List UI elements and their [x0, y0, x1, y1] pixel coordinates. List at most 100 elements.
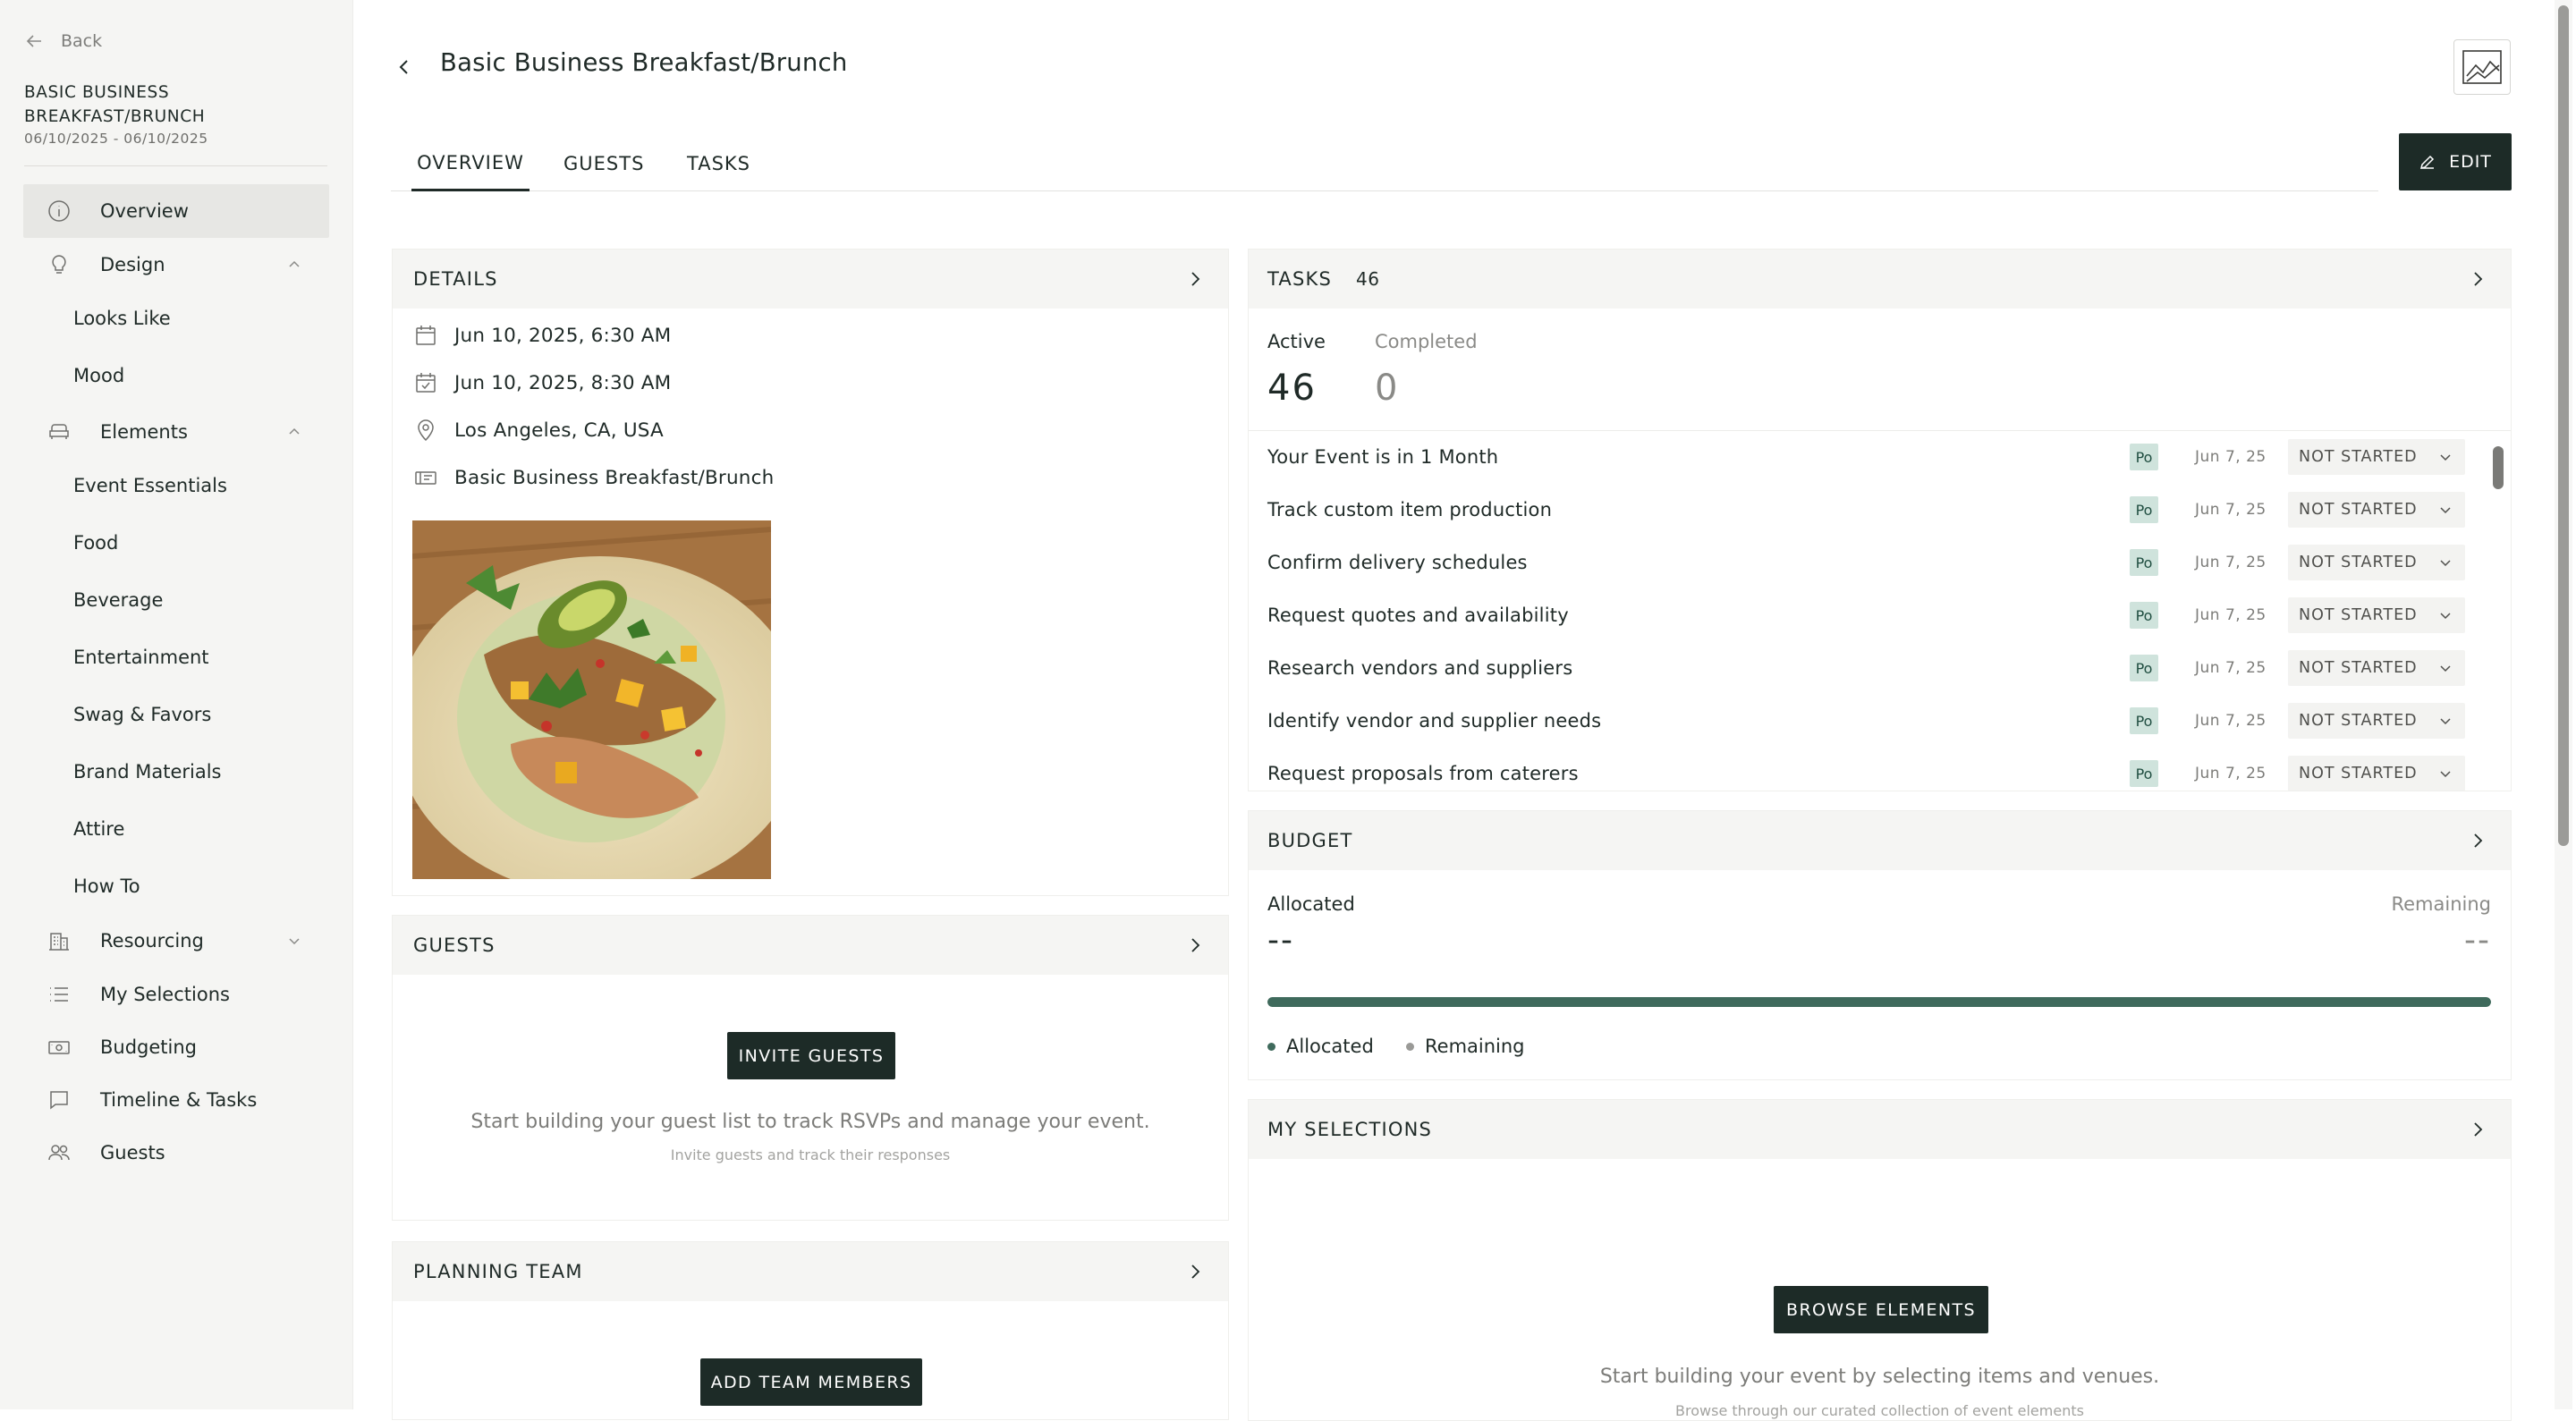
sidebar-subitem-swag-favors[interactable]: Swag & Favors — [73, 697, 211, 732]
sidebar-subitem-attire[interactable]: Attire — [73, 811, 124, 847]
chart-button[interactable] — [2453, 39, 2511, 95]
task-name[interactable]: Request quotes and availability — [1267, 605, 1569, 626]
guests-empty-subtext: Invite guests and track their responses — [670, 1146, 951, 1163]
sidebar-item-timeline-tasks[interactable]: Timeline & Tasks — [23, 1073, 329, 1127]
chevron-down-icon[interactable] — [286, 933, 302, 949]
assignee-badge: Po — [2130, 496, 2158, 523]
budget-progress-fill — [1267, 997, 2491, 1007]
page-back-button[interactable] — [389, 52, 419, 82]
task-name[interactable]: Research vendors and suppliers — [1267, 657, 1572, 679]
active-count: 46 — [1267, 368, 1317, 409]
task-row[interactable]: Research vendors and suppliers Po Jun 7, 2… — [1249, 642, 2484, 694]
event-dates: 06/10/2025 - 06/10/2025 — [24, 131, 208, 147]
page-scroll-thumb[interactable] — [2558, 5, 2569, 846]
back-link[interactable]: Back — [23, 30, 102, 52]
task-name[interactable]: Track custom item production — [1267, 499, 1552, 520]
chevron-right-icon — [1191, 272, 1200, 286]
tasks-title: TASKS — [1267, 268, 1332, 290]
tasks-header[interactable]: TASKS 46 — [1249, 250, 2511, 309]
chevron-up-icon[interactable] — [286, 257, 302, 273]
sidebar-item-overview[interactable]: Overview — [23, 184, 329, 238]
chevron-right-icon — [2474, 833, 2483, 848]
sidebar-item-label: Overview — [100, 200, 189, 222]
completed-tab[interactable]: Completed — [1375, 331, 1478, 352]
task-status-dropdown[interactable]: NOT STARTED — [2288, 756, 2465, 791]
task-status-dropdown[interactable]: NOT STARTED — [2288, 492, 2465, 528]
tasks-card: TASKS 46 Active Completed 46 0 Your Even… — [1248, 249, 2512, 791]
task-due-date: Jun 7, 25 — [2195, 554, 2267, 571]
info-icon — [46, 198, 72, 224]
sidebar-item-budgeting[interactable]: Budgeting — [23, 1020, 329, 1074]
task-due-date: Jun 7, 25 — [2195, 712, 2267, 730]
location: Los Angeles, CA, USA — [454, 419, 664, 442]
task-status-dropdown[interactable]: NOT STARTED — [2288, 597, 2465, 633]
chevron-up-icon[interactable] — [286, 424, 302, 440]
sidebar-subitem-brand-materials[interactable]: Brand Materials — [73, 754, 221, 790]
my-selections-header[interactable]: MY SELECTIONS — [1249, 1100, 2511, 1159]
chevron-down-icon — [2440, 560, 2451, 567]
sidebar-item-design[interactable]: Design — [23, 238, 329, 292]
task-list-scroll-thumb[interactable] — [2493, 446, 2504, 489]
budget-header[interactable]: BUDGET — [1249, 811, 2511, 870]
add-team-members-button[interactable]: ADD TEAM MEMBERS — [700, 1358, 922, 1406]
remaining-label: Remaining — [2391, 893, 2491, 915]
task-row[interactable]: Request proposals from caterers Po Jun 7, … — [1249, 748, 2484, 791]
planning-team-header[interactable]: PLANNING TEAM — [393, 1242, 1228, 1301]
task-name[interactable]: Confirm delivery schedules — [1267, 552, 1528, 573]
task-row[interactable]: Your Event is in 1 Month Po Jun 7, 25 NOT S… — [1249, 431, 2484, 483]
sidebar-subitem-looks-like[interactable]: Looks Like — [73, 300, 171, 336]
sidebar-subitem-mood[interactable]: Mood — [73, 358, 124, 393]
task-row[interactable]: Request quotes and availability Po Jun 7, … — [1249, 589, 2484, 641]
details-title: DETAILS — [413, 268, 498, 290]
tab-bar: OVERVIEW GUESTS TASKS — [391, 136, 2378, 191]
task-row[interactable]: Identify vendor and supplier needs Po Jun … — [1249, 695, 2484, 747]
task-name[interactable]: Your Event is in 1 Month — [1267, 446, 1498, 468]
task-due-date: Jun 7, 25 — [2195, 659, 2267, 677]
sidebar-subitem-event-essentials[interactable]: Event Essentials — [73, 468, 227, 503]
sidebar-item-guests[interactable]: Guests — [23, 1126, 329, 1180]
sidebar-item-label: Resourcing — [100, 930, 204, 952]
guests-header[interactable]: GUESTS — [393, 916, 1228, 975]
sidebar-subitem-how-to[interactable]: How To — [73, 868, 140, 904]
task-status-dropdown[interactable]: NOT STARTED — [2288, 703, 2465, 739]
sidebar-subitem-beverage[interactable]: Beverage — [73, 582, 163, 618]
task-status-dropdown[interactable]: NOT STARTED — [2288, 545, 2465, 580]
calendar-check-icon — [416, 373, 436, 393]
page-title: Basic Business Breakfast/Brunch — [440, 48, 848, 77]
invite-guests-button[interactable]: INVITE GUESTS — [727, 1032, 895, 1079]
task-name[interactable]: Identify vendor and supplier needs — [1267, 710, 1601, 732]
legend-allocated: Allocated — [1267, 1036, 1374, 1057]
event-title: BASIC BUSINESS BREAKFAST/BRUNCH — [24, 83, 206, 126]
tab-tasks[interactable]: TASKS — [687, 136, 750, 191]
sidebar-subitem-food[interactable]: Food — [73, 525, 118, 561]
sidebar-subitem-entertainment[interactable]: Entertainment — [73, 639, 209, 675]
chat-icon — [46, 1087, 72, 1113]
browse-elements-button[interactable]: BROWSE ELEMENTS — [1774, 1286, 1988, 1333]
page-scrollbar[interactable] — [2555, 0, 2572, 1409]
tab-overview[interactable]: OVERVIEW — [411, 136, 530, 191]
task-due-date: Jun 7, 25 — [2195, 448, 2267, 466]
task-row[interactable]: Confirm delivery schedules Po Jun 7, 25 NOT… — [1249, 537, 2484, 588]
task-name[interactable]: Request proposals from caterers — [1267, 763, 1579, 784]
tab-guests[interactable]: GUESTS — [564, 136, 644, 191]
budget-card: BUDGET Allocated Remaining -- -- Allocat… — [1248, 810, 2512, 1080]
task-status-dropdown[interactable]: NOT STARTED — [2288, 439, 2465, 475]
users-icon — [46, 1139, 72, 1166]
sidebar-item-resourcing[interactable]: Resourcing — [23, 914, 329, 968]
edit-button[interactable]: EDIT — [2399, 133, 2512, 190]
sidebar-item-my-selections[interactable]: My Selections — [23, 968, 329, 1021]
sidebar-item-label: Budgeting — [100, 1036, 198, 1058]
legend-remaining-label: Remaining — [1425, 1036, 1525, 1057]
active-tab[interactable]: Active — [1267, 331, 1326, 352]
assignee-badge: Po — [2130, 444, 2158, 470]
edit-label: EDIT — [2449, 152, 2492, 172]
chevron-down-icon — [2440, 718, 2451, 725]
task-status-dropdown[interactable]: NOT STARTED — [2288, 650, 2465, 686]
budget-progress-bar — [1267, 997, 2491, 1007]
details-header[interactable]: DETAILS — [393, 250, 1228, 309]
details-card: DETAILS Jun 10, 2025, 6:30 AM Jun 10, 20… — [392, 249, 1229, 896]
sidebar-item-elements[interactable]: Elements — [23, 405, 329, 459]
chevron-down-icon — [2440, 454, 2451, 461]
pencil-icon — [2420, 155, 2435, 170]
task-row[interactable]: Track custom item production Po Jun 7, 25 N… — [1249, 484, 2484, 536]
